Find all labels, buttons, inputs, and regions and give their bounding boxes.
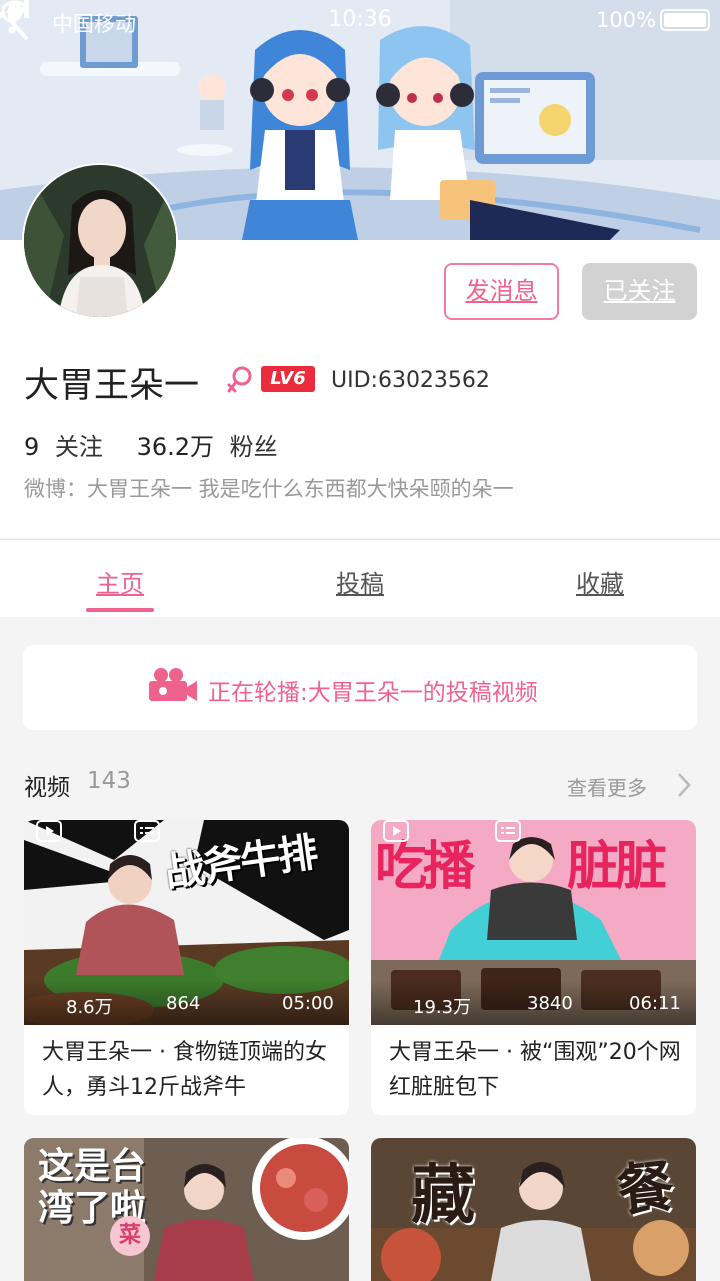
video-card[interactable]: 战斧牛排 8.6万 864 05:00 大胃王朵一 · 食物链顶端的女人，勇斗1… [24,820,349,1115]
video-card[interactable]: 藏 餐 [371,1138,696,1281]
view-count: 19.3万 [413,997,472,1018]
see-more-link[interactable]: 查看更多 [567,772,647,801]
tab-submissions[interactable]: 投稿 [240,564,480,599]
video-card[interactable]: 吃播 脏脏 19.3万 3840 06:11 大胃王朵一 · 被“围观”20个网… [371,820,696,1115]
level-badge: LV6 [261,366,315,392]
thumbnail-badge: 菜 [110,1216,150,1256]
view-count: 8.6万 [66,997,113,1018]
following-label[interactable]: 关注 [55,427,103,462]
battery-icon [660,9,710,31]
tab-favorites[interactable]: 收藏 [480,564,720,599]
user-stats: 9 关注 36.2万 粉丝 [24,427,278,462]
videos-section-title: 视频 [24,775,70,801]
send-message-button[interactable]: 发消息 [444,263,559,320]
profile-tabs: 主页 投稿 收藏 [0,539,720,617]
tab-home[interactable]: 主页 [0,564,240,599]
video-thumbnail[interactable]: 这是台湾了啦 菜 [24,1138,349,1281]
chevron-right-icon[interactable] [676,772,692,798]
play-count-icon [383,820,409,842]
video-title: 大胃王朵一 · 食物链顶端的女人，勇斗12斤战斧牛 [42,1040,327,1100]
play-count-icon [36,820,62,842]
active-tab-indicator [86,608,154,612]
danmaku-count: 864 [166,993,201,1014]
video-card[interactable]: 这是台湾了啦 菜 [24,1138,349,1281]
danmaku-count-icon [134,820,160,842]
female-gender-icon [227,366,252,393]
now-playing-text: 正在轮播:大胃王朵一的投稿视频 [208,680,538,706]
video-camera-icon [149,668,197,701]
danmaku-count-icon [495,820,521,842]
followers-count[interactable]: 36.2万 [137,427,214,462]
battery-percent: 100% [596,8,657,32]
video-thumbnail[interactable]: 吃播 脏脏 19.3万 3840 06:11 [371,820,696,1025]
now-playing-card[interactable]: 正在轮播:大胃王朵一的投稿视频 [23,645,697,730]
video-title: 大胃王朵一 · 被“围观”20个网红脏脏包下 [389,1040,681,1100]
followers-label[interactable]: 粉丝 [230,427,278,462]
danmaku-count: 3840 [527,993,573,1014]
video-thumbnail[interactable]: 藏 餐 [371,1138,696,1281]
thumbnail-caption-right: 餐 [614,1154,677,1225]
video-thumbnail[interactable]: 战斧牛排 8.6万 864 05:00 [24,820,349,1025]
thumbnail-caption-right: 脏脏 [567,837,667,897]
status-bar: 中国移动 10:36 100% [0,0,720,40]
video-duration: 05:00 [282,993,334,1014]
user-bio: 微博：大胃王朵一 我是吃什么东西都大快朵颐的朵一 [24,477,514,501]
user-avatar[interactable] [22,163,178,319]
thumbnail-caption-left: 藏 [411,1159,475,1233]
username: 大胃王朵一 [24,366,200,406]
followed-button[interactable]: 已关注 [582,263,697,320]
video-duration: 06:11 [629,993,681,1014]
user-uid: UID:63023562 [331,368,490,393]
videos-section-count: 143 [87,768,131,794]
more-vertical-icon[interactable] [0,0,24,40]
following-count[interactable]: 9 [24,433,39,461]
